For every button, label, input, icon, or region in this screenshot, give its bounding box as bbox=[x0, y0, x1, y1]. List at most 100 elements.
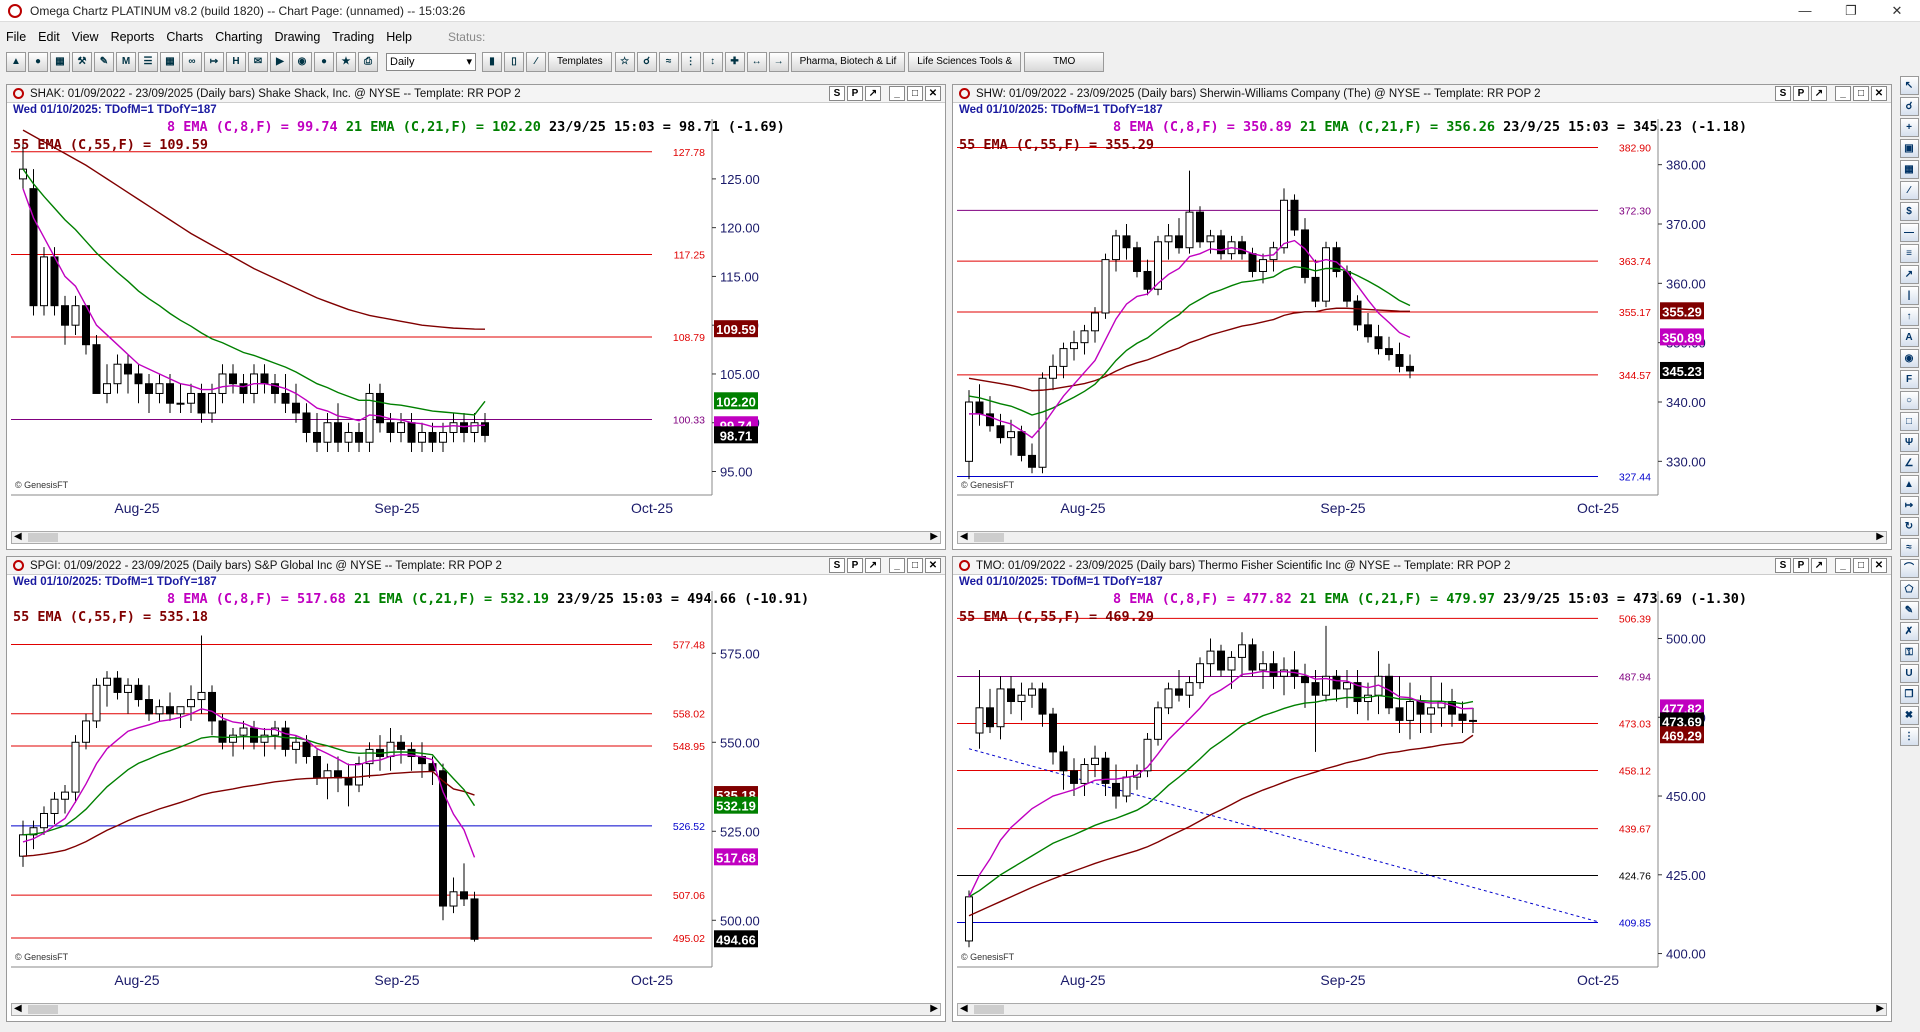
arrows-icon[interactable]: ↕ bbox=[702, 52, 723, 72]
wave-icon[interactable]: ≈ bbox=[658, 52, 679, 72]
table-icon[interactable]: ▦ bbox=[160, 52, 180, 72]
minimize-panel-icon[interactable]: _ bbox=[889, 558, 905, 573]
network-icon[interactable]: ☆ bbox=[614, 52, 635, 72]
maximize-panel-icon[interactable]: □ bbox=[907, 86, 923, 101]
pointer-icon[interactable]: ↖ bbox=[1899, 76, 1919, 95]
close-panel-icon[interactable]: ✕ bbox=[925, 558, 941, 573]
tab-life-sciences[interactable]: Life Sciences Tools & bbox=[908, 52, 1022, 72]
link-icon[interactable]: ∞ bbox=[182, 52, 202, 72]
close-panel-icon[interactable]: ✕ bbox=[1871, 558, 1887, 573]
price-chart[interactable]: 117.25108.79100.33127.7895.00100.00105.0… bbox=[7, 119, 946, 529]
menu-edit[interactable]: Edit bbox=[32, 30, 66, 44]
fan-icon[interactable]: ∠ bbox=[1899, 454, 1919, 473]
run-icon[interactable]: ▶ bbox=[270, 52, 290, 72]
cross-icon[interactable]: ✚ bbox=[724, 52, 745, 72]
zoom-icon[interactable]: ☌ bbox=[636, 52, 657, 72]
chart-panel-shak[interactable]: SHAK: 01/09/2022 - 23/09/2025 (Daily bar… bbox=[6, 84, 946, 550]
menu-drawing[interactable]: Drawing bbox=[268, 30, 326, 44]
print-icon[interactable]: ⎙ bbox=[358, 52, 378, 72]
record-icon[interactable]: ● bbox=[314, 52, 334, 72]
scroll-left-icon[interactable]: ◀ bbox=[14, 531, 22, 542]
menu-charting[interactable]: Charting bbox=[209, 30, 268, 44]
arrow-up-icon[interactable]: ↑ bbox=[1899, 307, 1919, 326]
scroll-right-icon[interactable]: ▶ bbox=[1876, 531, 1884, 542]
scroll-left-icon[interactable]: ◀ bbox=[960, 531, 968, 542]
trash-icon[interactable]: ✖ bbox=[1899, 706, 1919, 725]
brush-icon[interactable]: ✎ bbox=[1899, 601, 1919, 620]
p-button[interactable]: P bbox=[1793, 558, 1809, 573]
scroll-right-icon[interactable]: ▶ bbox=[1876, 1003, 1884, 1014]
chart-panel-tmo[interactable]: TMO: 01/09/2022 - 23/09/2025 (Daily bars… bbox=[952, 556, 1892, 1022]
horizontal-scrollbar[interactable]: ◀ ▶ bbox=[11, 531, 941, 544]
scroll-thumb[interactable] bbox=[28, 1005, 58, 1014]
s-button[interactable]: S bbox=[1775, 558, 1791, 573]
gann-icon[interactable]: ▲ bbox=[1899, 475, 1919, 494]
p-button[interactable]: P bbox=[847, 558, 863, 573]
scroll-icon[interactable]: → bbox=[768, 52, 789, 72]
dollar-icon[interactable]: $ bbox=[1899, 202, 1919, 221]
screen-icon[interactable]: ▣ bbox=[1899, 139, 1919, 158]
maximize-panel-icon[interactable]: □ bbox=[1853, 558, 1869, 573]
bar-chart-icon[interactable]: ▮ bbox=[482, 52, 502, 72]
scroll-thumb[interactable] bbox=[974, 533, 1004, 542]
mark-icon[interactable]: M bbox=[116, 52, 136, 72]
rect-icon[interactable]: □ bbox=[1899, 412, 1919, 431]
ladder-icon[interactable]: H bbox=[226, 52, 246, 72]
text-icon[interactable]: A bbox=[1899, 328, 1919, 347]
chart-panel-shw[interactable]: SHW: 01/09/2022 - 23/09/2025 (Daily bars… bbox=[952, 84, 1892, 550]
maximize-panel-icon[interactable]: □ bbox=[907, 558, 923, 573]
candle-icon[interactable]: ▯ bbox=[504, 52, 524, 72]
measure-icon[interactable]: ↦ bbox=[1899, 496, 1919, 515]
menu-help[interactable]: Help bbox=[380, 30, 418, 44]
camera-icon[interactable]: ◉ bbox=[292, 52, 312, 72]
close-panel-icon[interactable]: ✕ bbox=[1871, 86, 1887, 101]
grid-icon[interactable]: ▦ bbox=[50, 52, 70, 72]
minimize-panel-icon[interactable]: _ bbox=[1835, 558, 1851, 573]
popout-icon[interactable]: ↗ bbox=[1811, 86, 1827, 101]
period-select[interactable]: Daily bbox=[386, 53, 476, 71]
vline-icon[interactable]: | bbox=[1899, 286, 1919, 305]
s-button[interactable]: S bbox=[829, 86, 845, 101]
poly-icon[interactable]: ⬠ bbox=[1899, 580, 1919, 599]
circle-icon[interactable]: ○ bbox=[1899, 391, 1919, 410]
mail-icon[interactable]: ✉ bbox=[248, 52, 268, 72]
p-button[interactable]: P bbox=[847, 86, 863, 101]
scroll-left-icon[interactable]: ◀ bbox=[960, 1003, 968, 1014]
menu-view[interactable]: View bbox=[66, 30, 105, 44]
price-chart[interactable]: 382.90 372.30 363.74 355.17 344.57 327.44 330.… bbox=[953, 119, 1892, 529]
measure-icon[interactable]: ↦ bbox=[204, 52, 224, 72]
adjust-icon[interactable]: ↔ bbox=[746, 52, 767, 72]
copy-icon[interactable]: ❐ bbox=[1899, 685, 1919, 704]
price-chart[interactable]: 506.39 487.94 473.03 458.12 439.67 424.76 409.… bbox=[953, 591, 1892, 1001]
traffic-light-icon[interactable]: ● bbox=[28, 52, 48, 72]
horizontal-scrollbar[interactable]: ◀ ▶ bbox=[957, 1003, 1887, 1016]
magnify-plus-icon[interactable]: + bbox=[1899, 118, 1919, 137]
scroll-thumb[interactable] bbox=[28, 533, 58, 542]
menu-file[interactable]: File bbox=[0, 30, 32, 44]
close-icon[interactable]: ✕ bbox=[1874, 0, 1920, 22]
scroll-right-icon[interactable]: ▶ bbox=[930, 1003, 938, 1014]
minimize-panel-icon[interactable]: _ bbox=[889, 86, 905, 101]
magnet-icon[interactable]: U bbox=[1899, 664, 1919, 683]
pencil-icon[interactable]: ✎ bbox=[94, 52, 114, 72]
restore-icon[interactable]: ❐ bbox=[1828, 0, 1874, 22]
tab-pharma[interactable]: Pharma, Biotech & Lif bbox=[790, 52, 906, 72]
price-chart[interactable]: 577.48 558.02 548.95 526.52 507.06 495.02 500.… bbox=[7, 591, 946, 1001]
scroll-left-icon[interactable]: ◀ bbox=[14, 1003, 22, 1014]
close-panel-icon[interactable]: ✕ bbox=[925, 86, 941, 101]
popout-icon[interactable]: ↗ bbox=[865, 86, 881, 101]
minimize-panel-icon[interactable]: _ bbox=[1835, 86, 1851, 101]
templates-button[interactable]: Templates bbox=[548, 52, 612, 72]
s-button[interactable]: S bbox=[1775, 86, 1791, 101]
menu-charts[interactable]: Charts bbox=[160, 30, 209, 44]
more-icon[interactable]: ⋮ bbox=[1899, 727, 1919, 746]
p-button[interactable]: P bbox=[1793, 86, 1809, 101]
horizontal-scrollbar[interactable]: ◀ ▶ bbox=[11, 1003, 941, 1016]
tab-tmo[interactable]: TMO bbox=[1024, 52, 1105, 72]
minimize-icon[interactable]: — bbox=[1782, 0, 1828, 22]
scroll-thumb[interactable] bbox=[974, 1005, 1004, 1014]
arc-icon[interactable]: ⌒ bbox=[1899, 559, 1919, 578]
split-icon[interactable]: ⋮ bbox=[680, 52, 701, 72]
chart-panel-spgi[interactable]: SPGI: 01/09/2022 - 23/09/2025 (Daily bar… bbox=[6, 556, 946, 1022]
horizontal-scrollbar[interactable]: ◀ ▶ bbox=[957, 531, 1887, 544]
